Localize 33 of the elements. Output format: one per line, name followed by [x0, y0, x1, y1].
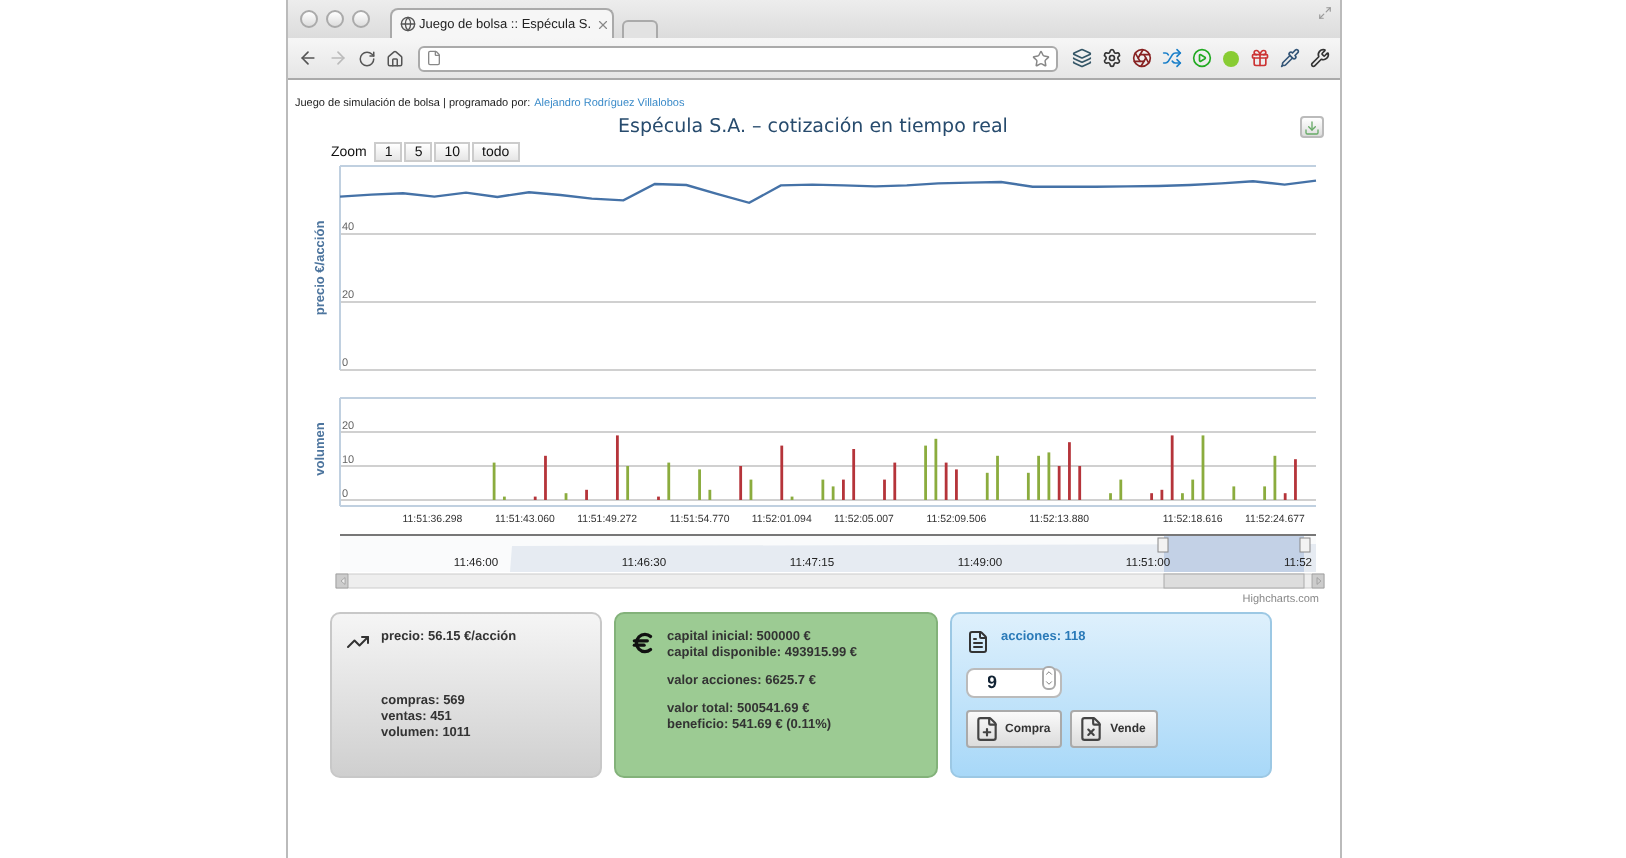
layers-icon[interactable]: [1071, 48, 1091, 68]
home-icon[interactable]: [385, 49, 403, 67]
range-handle[interactable]: [1298, 537, 1310, 553]
chart-title: Espécula S.A. – cotización en tiempo real: [618, 116, 1008, 138]
dot-icon[interactable]: [1221, 49, 1239, 67]
scroll-right-icon[interactable]: [1310, 573, 1324, 589]
reload-icon[interactable]: [357, 49, 375, 67]
chart-icon: [345, 630, 369, 654]
new-tab-button[interactable]: [621, 20, 657, 38]
document-icon: [965, 630, 989, 654]
euro-icon: [629, 630, 655, 656]
globe-icon: [399, 16, 415, 32]
aperture-icon[interactable]: [1131, 48, 1151, 68]
shuffle-icon[interactable]: [1161, 48, 1181, 68]
eyedropper-icon[interactable]: [1279, 48, 1299, 68]
close-icon[interactable]: [595, 17, 610, 31]
play-icon[interactable]: [1191, 48, 1211, 68]
scroll-left-icon[interactable]: [334, 573, 348, 589]
address-bar[interactable]: [417, 45, 1057, 71]
gift-icon[interactable]: [1249, 48, 1269, 68]
range-handle[interactable]: [1156, 537, 1168, 553]
file-x-icon: [1078, 716, 1105, 742]
wrench-icon[interactable]: [1309, 48, 1329, 68]
fullscreen-icon[interactable]: [1317, 6, 1331, 20]
star-icon[interactable]: [1031, 49, 1049, 67]
download-button[interactable]: [1299, 116, 1323, 138]
scrollbar-thumb[interactable]: [1162, 573, 1304, 589]
gear-icon[interactable]: [1101, 48, 1121, 68]
file-plus-icon: [973, 716, 999, 742]
forward-icon[interactable]: [327, 48, 347, 68]
page-icon: [425, 50, 441, 66]
quantity-field[interactable]: 9: [965, 667, 1061, 697]
back-icon[interactable]: [297, 48, 317, 68]
